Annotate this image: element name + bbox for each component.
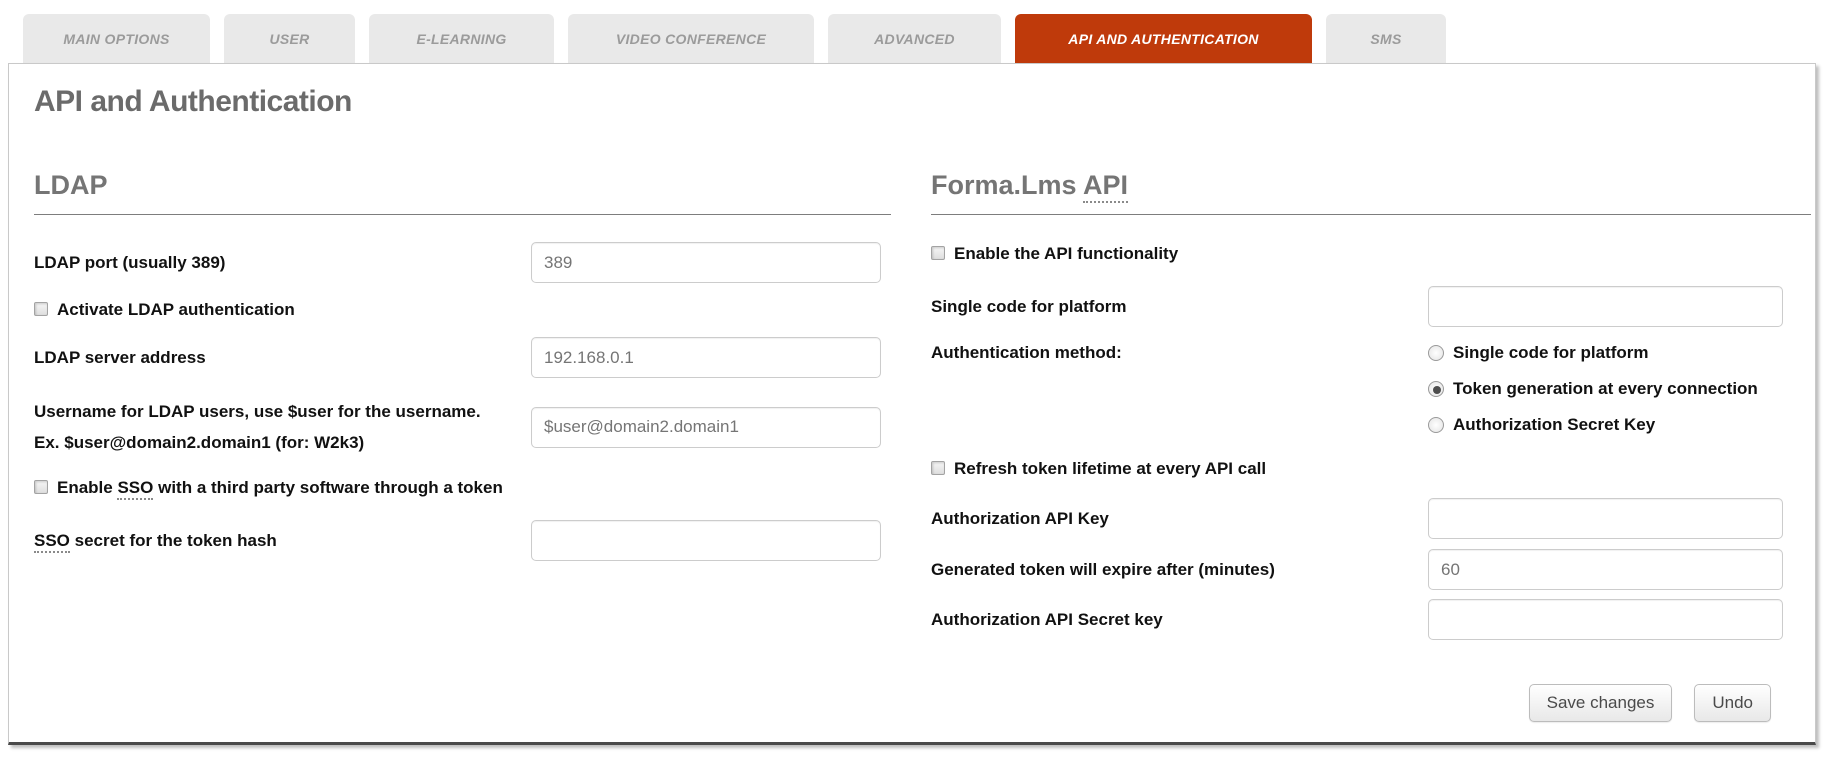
radio-authorization-secret-label: Authorization Secret Key <box>1453 415 1656 434</box>
sso-abbr: SSO <box>117 478 154 500</box>
api-section-title-pre: Forma.Lms <box>931 170 1084 200</box>
radio-single-code-label: Single code for platform <box>1453 343 1649 362</box>
settings-tabbar: MAIN OPTIONS USER E-LEARNING VIDEO CONFE… <box>23 14 1446 63</box>
ldap-username-row: Username for LDAP users, use $user for t… <box>34 396 891 458</box>
auth-method-radio-group: Single code for platform Token generatio… <box>1428 335 1811 443</box>
ldap-activate-row: Activate LDAP authentication <box>34 300 891 320</box>
tab-api-and-authentication[interactable]: API AND AUTHENTICATION <box>1015 14 1312 63</box>
refresh-token-row: Refresh token lifetime at every API call <box>931 459 1811 479</box>
api-secret-key-row: Authorization API Secret key <box>931 599 1811 640</box>
token-expire-row: Generated token will expire after (minut… <box>931 549 1811 590</box>
token-expire-label: Generated token will expire after (minut… <box>931 560 1275 579</box>
tab-main-options[interactable]: MAIN OPTIONS <box>23 14 210 63</box>
sso-secret-abbr: SSO <box>34 531 70 553</box>
single-code-input[interactable] <box>1428 286 1783 327</box>
auth-method-option-single-code: Single code for platform <box>1428 335 1811 371</box>
ldap-section: LDAP LDAP port (usually 389) Activate LD… <box>34 170 891 722</box>
api-enable-checkbox[interactable] <box>931 246 945 260</box>
save-changes-button[interactable]: Save changes <box>1528 684 1673 722</box>
settings-panel: API and Authentication LDAP LDAP port (u… <box>8 63 1816 745</box>
ldap-username-label-line1: Username for LDAP users, use $user for t… <box>34 402 481 421</box>
ldap-port-row: LDAP port (usually 389) <box>34 242 891 283</box>
tab-e-learning[interactable]: E-LEARNING <box>369 14 554 63</box>
page-title: API and Authentication <box>34 85 352 118</box>
ldap-port-input[interactable] <box>531 242 881 283</box>
tab-advanced[interactable]: ADVANCED <box>828 14 1001 63</box>
tab-sms[interactable]: SMS <box>1326 14 1446 63</box>
tab-video-conference[interactable]: VIDEO CONFERENCE <box>568 14 814 63</box>
api-section: Forma.Lms API Enable the API functionali… <box>931 170 1811 722</box>
auth-method-option-authorization-secret: Authorization Secret Key <box>1428 407 1811 443</box>
ldap-username-input[interactable] <box>531 406 881 448</box>
radio-authorization-secret[interactable] <box>1428 417 1444 433</box>
api-section-title: Forma.Lms API <box>931 170 1811 215</box>
undo-button[interactable]: Undo <box>1694 684 1771 722</box>
sso-secret-label: SSO secret for the token hash <box>34 525 531 556</box>
sso-enable-label-pre: Enable <box>57 478 118 497</box>
auth-method-row: Authentication method: Single code for p… <box>931 335 1811 443</box>
tab-user[interactable]: USER <box>224 14 355 63</box>
sso-secret-row: SSO secret for the token hash <box>34 520 891 561</box>
sso-enable-checkbox[interactable] <box>34 480 48 494</box>
single-code-row: Single code for platform <box>931 286 1811 327</box>
ldap-activate-label: Activate LDAP authentication <box>57 300 295 319</box>
single-code-label: Single code for platform <box>931 297 1127 316</box>
radio-token-generation[interactable] <box>1428 381 1444 397</box>
ldap-section-title: LDAP <box>34 170 891 215</box>
api-key-row: Authorization API Key <box>931 498 1811 539</box>
ldap-server-label: LDAP server address <box>34 348 206 367</box>
radio-single-code[interactable] <box>1428 345 1444 361</box>
settings-columns: LDAP LDAP port (usually 389) Activate LD… <box>34 170 1815 722</box>
api-abbr: API <box>1083 170 1129 203</box>
auth-method-option-token-generation: Token generation at every connection <box>1428 371 1811 407</box>
sso-secret-label-post: secret for the token hash <box>69 531 277 550</box>
radio-token-generation-label: Token generation at every connection <box>1453 379 1758 398</box>
api-enable-label: Enable the API functionality <box>954 244 1179 263</box>
token-expire-input[interactable] <box>1428 549 1783 590</box>
api-secret-key-input[interactable] <box>1428 599 1783 640</box>
auth-method-label: Authentication method: <box>931 343 1122 362</box>
sso-secret-input[interactable] <box>531 520 881 561</box>
ldap-server-row: LDAP server address <box>34 337 891 378</box>
ldap-username-label-line2: Ex. $user@domain2.domain1 (for: W2k3) <box>34 433 365 452</box>
ldap-server-input[interactable] <box>531 337 881 378</box>
api-enable-row: Enable the API functionality <box>931 244 1811 264</box>
ldap-activate-checkbox[interactable] <box>34 302 48 316</box>
sso-enable-label: Enable SSO with a third party software t… <box>57 478 503 500</box>
form-actions: Save changes Undo <box>931 684 1811 722</box>
api-secret-key-label: Authorization API Secret key <box>931 610 1163 629</box>
ldap-port-label: LDAP port (usually 389) <box>34 253 226 272</box>
api-key-label: Authorization API Key <box>931 509 1109 528</box>
sso-enable-label-post: with a third party software through a to… <box>153 478 503 497</box>
sso-enable-row: Enable SSO with a third party software t… <box>34 478 891 500</box>
refresh-token-checkbox[interactable] <box>931 461 945 475</box>
refresh-token-label: Refresh token lifetime at every API call <box>954 459 1267 478</box>
api-key-input[interactable] <box>1428 498 1783 539</box>
ldap-username-label: Username for LDAP users, use $user for t… <box>34 396 531 458</box>
